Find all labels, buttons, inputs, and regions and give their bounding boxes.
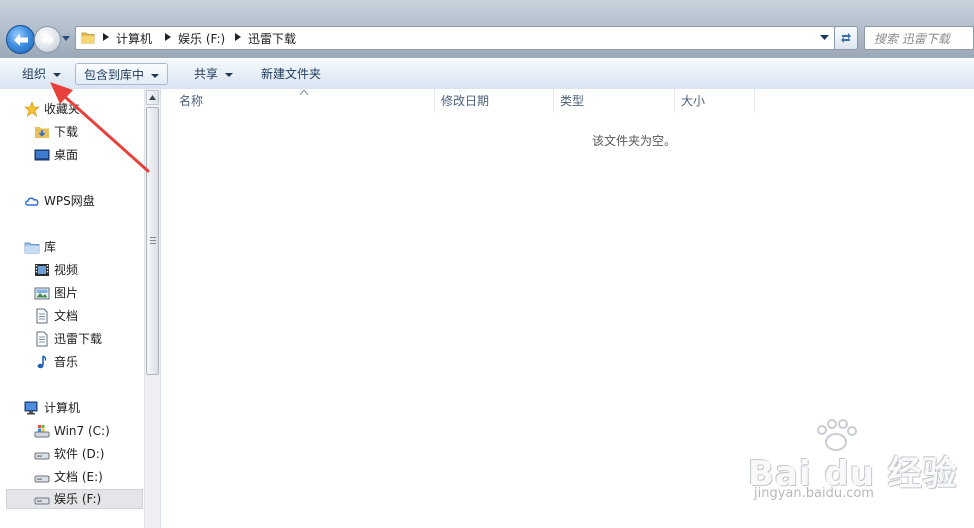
breadcrumb-arrow-icon[interactable] [103, 33, 109, 41]
nav-computer[interactable]: 计算机 [24, 398, 80, 418]
drive-icon [34, 446, 50, 462]
nav-favorites[interactable]: 收藏夹 [24, 99, 80, 119]
video-icon [34, 262, 50, 278]
nav-libraries[interactable]: 库 [24, 237, 56, 257]
nav-item-label: Win7 (C:) [54, 424, 110, 438]
nav-item-videos[interactable]: 视频 [34, 260, 78, 280]
include-in-library-button[interactable]: 包含到库中 [75, 63, 169, 85]
nav-scrollbar[interactable] [144, 89, 160, 528]
desktop-icon [34, 147, 50, 163]
nav-item-label: 下载 [54, 125, 79, 139]
address-history-dropdown-icon[interactable] [820, 35, 829, 41]
back-arrow-icon [13, 33, 28, 46]
nav-item-downloads[interactable]: 下载 [34, 122, 78, 142]
nav-item-drive-d[interactable]: 软件 (D:) [34, 444, 104, 464]
chevron-down-icon [225, 72, 234, 77]
nav-computer-label: 计算机 [44, 401, 81, 415]
picture-icon [34, 285, 50, 301]
music-note-icon [34, 354, 50, 370]
document-icon [34, 308, 50, 324]
nav-item-drive-c[interactable]: Win7 (C:) [34, 421, 110, 441]
empty-folder-message: 该文件夹为空。 [592, 134, 677, 148]
star-icon [24, 101, 40, 117]
document-icon [34, 331, 50, 347]
nav-item-label: 文档 [54, 309, 79, 323]
baidu-watermark: Bai du 经验 jingyan.baidu.com [744, 418, 957, 508]
chevron-up-icon [149, 95, 156, 100]
organize-button[interactable]: 组织 [14, 63, 69, 85]
column-header-type[interactable]: 类型 [554, 89, 675, 113]
drive-icon [34, 469, 50, 485]
nav-item-label: 图片 [54, 286, 79, 300]
grip-line [150, 243, 156, 244]
nav-item-documents[interactable]: 文档 [34, 306, 78, 326]
chevron-down-icon [53, 72, 62, 77]
new-folder-label: 新建文件夹 [261, 67, 322, 81]
computer-icon [24, 400, 40, 416]
share-button[interactable]: 共享 [186, 63, 241, 85]
nav-item-label: WPS网盘 [44, 194, 95, 208]
share-label: 共享 [194, 67, 219, 81]
nav-item-desktop[interactable]: 桌面 [34, 145, 78, 165]
drive-icon [34, 491, 50, 507]
search-placeholder: 搜索 迅雷下载 [874, 32, 950, 46]
nav-item-label: 桌面 [54, 148, 79, 162]
nav-item-label: 迅雷下载 [54, 332, 103, 346]
scroll-up-button[interactable] [146, 90, 159, 105]
forward-button[interactable] [34, 26, 61, 53]
breadcrumb-arrow-icon[interactable] [165, 33, 171, 41]
nav-item-label: 软件 (D:) [54, 447, 105, 461]
breadcrumb-drive-f[interactable]: 娱乐 (F:) [178, 30, 225, 47]
address-field[interactable]: 计算机 娱乐 (F:) 迅雷下载 [75, 26, 835, 50]
address-bar-area: 计算机 娱乐 (F:) 迅雷下载 搜索 迅雷下载 [0, 0, 974, 58]
nav-item-label: 音乐 [54, 355, 79, 369]
nav-item-drive-e[interactable]: 文档 (E:) [34, 467, 103, 487]
breadcrumb-xunlei[interactable]: 迅雷下载 [248, 30, 296, 47]
navigation-pane: 收藏夹 下载 桌面 WPS网盘 库 视频 图片 文档 迅雷下载 音乐 计算机 W… [0, 89, 161, 528]
new-folder-button[interactable]: 新建文件夹 [253, 63, 329, 85]
search-input[interactable]: 搜索 迅雷下载 [864, 26, 974, 50]
column-header-name[interactable]: 名称 [173, 89, 435, 113]
cloud-icon [24, 193, 40, 209]
nav-item-xunlei-downloads[interactable]: 迅雷下载 [34, 329, 102, 349]
chevron-down-icon [151, 73, 160, 78]
breadcrumb-arrow-icon[interactable] [235, 33, 241, 41]
grip-line [150, 240, 156, 241]
back-button[interactable] [6, 25, 35, 54]
breadcrumb-computer[interactable]: 计算机 [116, 30, 152, 47]
nav-item-label: 娱乐 (F:) [54, 492, 102, 506]
nav-item-label: 文档 (E:) [54, 470, 103, 484]
forward-arrow-icon [41, 34, 54, 45]
nav-favorites-label: 收藏夹 [44, 102, 81, 116]
include-in-library-label: 包含到库中 [84, 68, 145, 82]
library-icon [24, 239, 40, 255]
refresh-button[interactable] [834, 26, 858, 50]
nav-item-pictures[interactable]: 图片 [34, 283, 78, 303]
column-header-size[interactable]: 大小 [675, 89, 755, 113]
watermark-url: jingyan.baidu.com [754, 486, 874, 501]
grip-line [150, 237, 156, 238]
command-toolbar: 组织 包含到库中 共享 新建文件夹 [0, 58, 974, 90]
refresh-icon [841, 33, 851, 43]
downloads-folder-icon [34, 124, 50, 140]
column-header-date-modified[interactable]: 修改日期 [435, 89, 554, 113]
nav-libraries-label: 库 [44, 240, 57, 254]
nav-item-label: 视频 [54, 263, 79, 277]
organize-label: 组织 [22, 67, 47, 81]
recent-pages-dropdown-icon[interactable] [61, 33, 71, 43]
scroll-thumb[interactable] [146, 107, 159, 375]
nav-item-wps-drive[interactable]: WPS网盘 [24, 191, 95, 211]
folder-icon [81, 32, 95, 44]
system-drive-icon [34, 423, 50, 439]
nav-item-drive-f[interactable]: 娱乐 (F:) [6, 489, 143, 509]
nav-item-music[interactable]: 音乐 [34, 352, 78, 372]
